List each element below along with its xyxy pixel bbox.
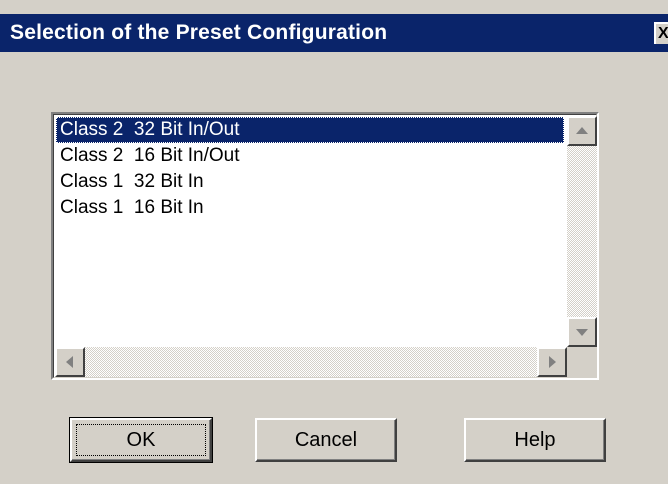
horizontal-scrollbar[interactable] xyxy=(55,347,567,377)
cancel-button-label: Cancel xyxy=(294,429,358,451)
vertical-scrollbar[interactable] xyxy=(567,116,597,347)
ok-button[interactable]: OK xyxy=(69,417,213,463)
cancel-button[interactable]: Cancel xyxy=(255,418,397,462)
scrollbar-corner xyxy=(567,347,597,377)
scroll-left-icon[interactable] xyxy=(55,347,85,377)
help-button-label: Help xyxy=(514,429,556,451)
list-item[interactable]: Class 1 32 Bit In xyxy=(56,169,564,195)
scroll-down-icon[interactable] xyxy=(567,317,597,347)
close-icon[interactable]: X xyxy=(654,22,668,44)
title-bar[interactable]: Selection of the Preset Configuration X xyxy=(0,14,668,52)
scroll-up-icon[interactable] xyxy=(567,116,597,146)
focus-indicator xyxy=(76,424,206,456)
scroll-right-icon[interactable] xyxy=(537,347,567,377)
list-item[interactable]: Class 2 16 Bit In/Out xyxy=(56,143,564,169)
list-item[interactable]: Class 2 32 Bit In/Out xyxy=(56,117,564,143)
configuration-listbox[interactable]: Class 2 32 Bit In/Out Class 2 16 Bit In/… xyxy=(51,112,599,380)
listbox-frame: Class 2 32 Bit In/Out Class 2 16 Bit In/… xyxy=(53,114,597,378)
preset-configuration-dialog: Selection of the Preset Configuration X … xyxy=(0,0,668,484)
help-button[interactable]: Help xyxy=(464,418,606,462)
window-title: Selection of the Preset Configuration xyxy=(10,21,388,44)
list-item[interactable]: Class 1 16 Bit In xyxy=(56,195,564,221)
